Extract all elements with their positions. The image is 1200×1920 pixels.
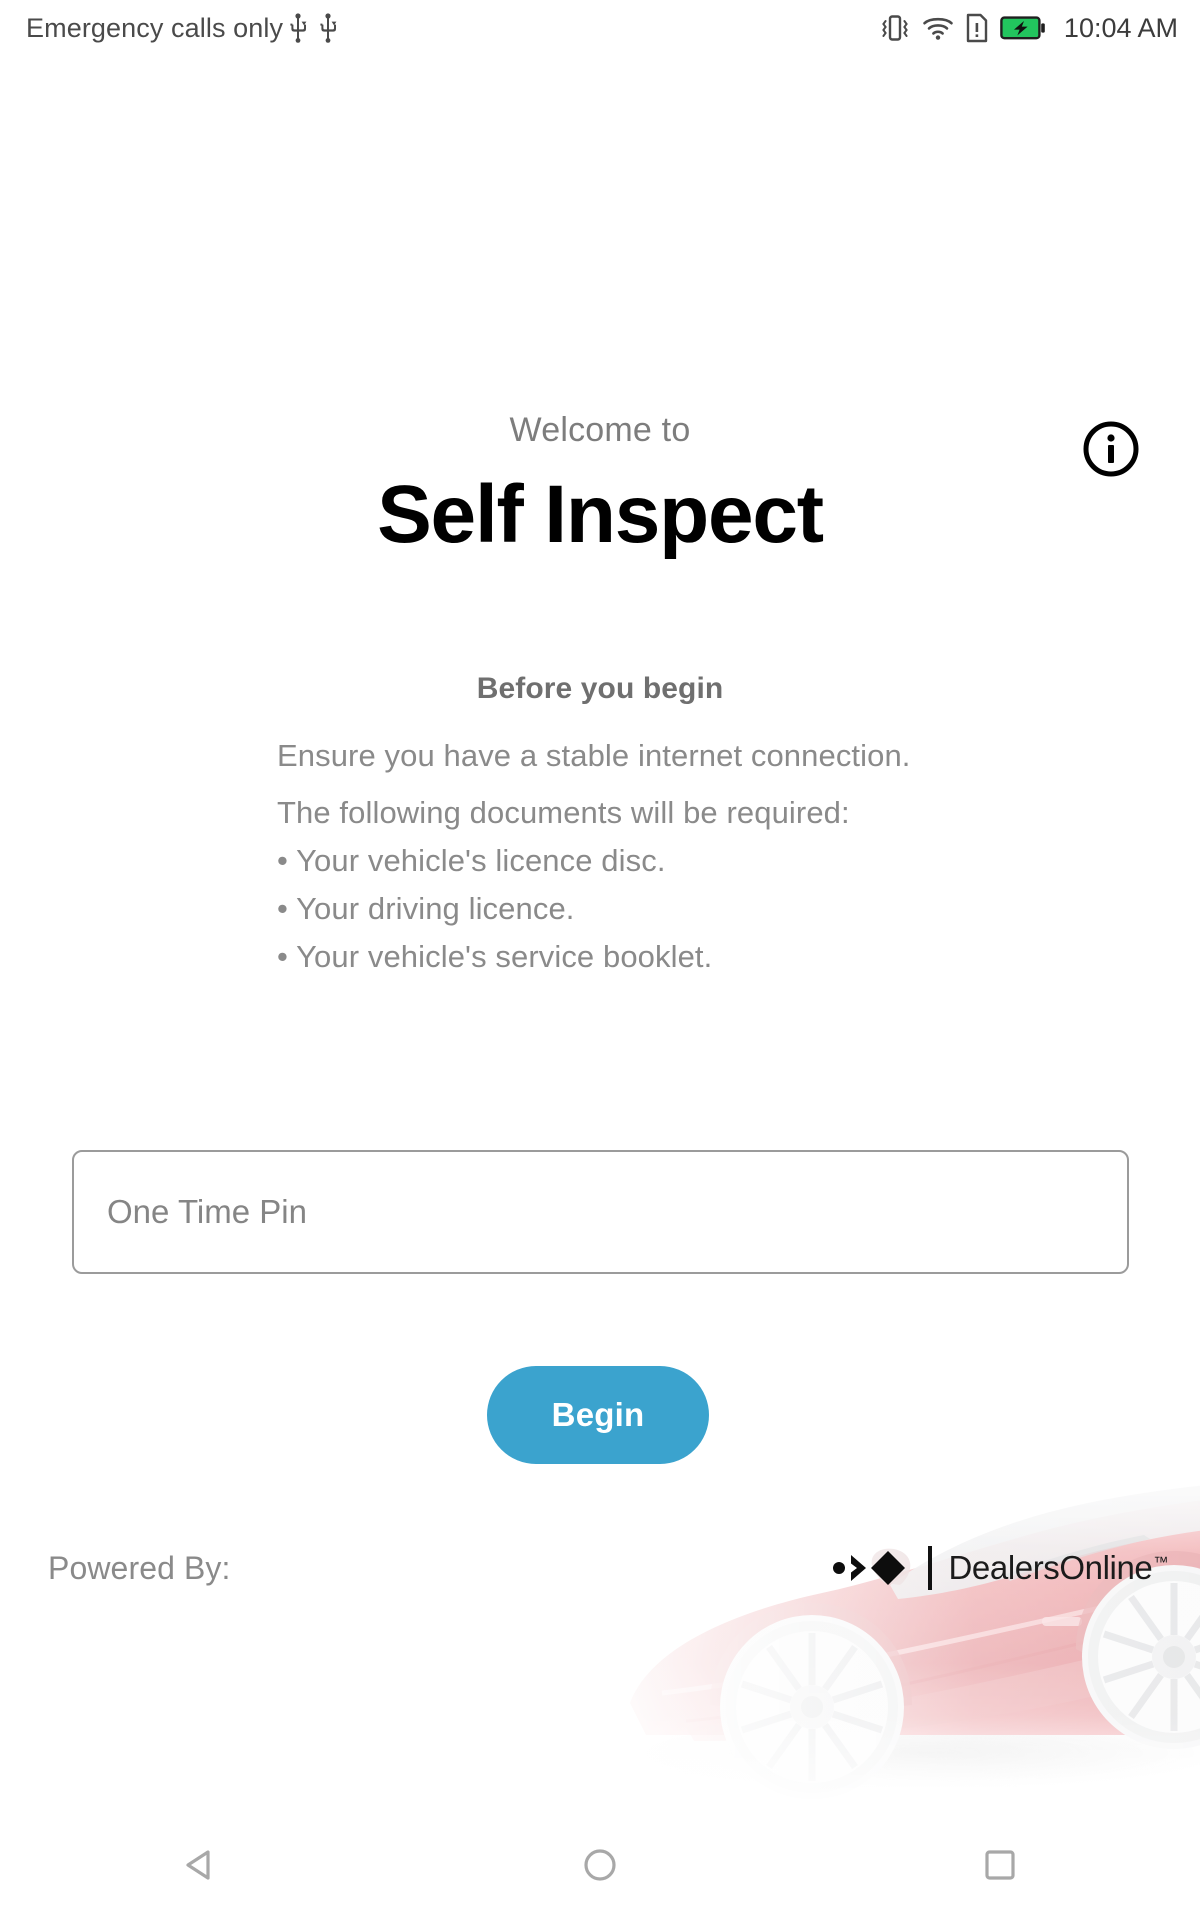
- usb-icon: [283, 11, 313, 45]
- before-you-begin-heading: Before you begin: [476, 672, 724, 705]
- sim-alert-icon: [965, 13, 989, 43]
- clock-label: 10:04 AM: [1063, 12, 1178, 43]
- recents-square-icon[interactable]: [945, 1810, 1055, 1920]
- android-nav-bar: [0, 1810, 1200, 1920]
- status-bar-right: 10:04 AM: [879, 13, 1178, 43]
- status-bar: Emergency calls only 10:04 AM: [0, 0, 1200, 56]
- brand-name: DealersOnline™: [948, 1549, 1168, 1587]
- status-bar-left: Emergency calls only: [26, 11, 343, 45]
- phone-screen: Emergency calls only 10:04 AM Welcome to…: [0, 0, 1200, 1920]
- instructions-block: Ensure you have a stable internet connec…: [277, 740, 1037, 989]
- welcome-label: Welcome to: [509, 411, 691, 449]
- instruction-line: The following documents will be required…: [277, 795, 850, 830]
- back-triangle-icon[interactable]: [145, 1810, 255, 1920]
- logo-divider: [928, 1546, 933, 1590]
- list-item: • Your driving licence.: [277, 891, 575, 926]
- dealersonline-logo-icon: [832, 1546, 914, 1590]
- one-time-pin-input[interactable]: [72, 1150, 1129, 1274]
- page-title: Self Inspect: [377, 469, 824, 560]
- battery-charging-icon: [1000, 15, 1046, 41]
- carrier-label: Emergency calls only: [26, 12, 284, 43]
- powered-by-label: Powered By:: [48, 1550, 231, 1586]
- vibrate-icon: [879, 13, 911, 43]
- brand-name-text: DealersOnline: [948, 1549, 1153, 1586]
- dealersonline-logo: DealersOnline™: [832, 1540, 1168, 1596]
- required-documents-list: • Your vehicle's licence disc. • Your dr…: [277, 845, 1037, 972]
- wifi-icon: [922, 15, 954, 41]
- instruction-line: Ensure you have a stable internet connec…: [277, 738, 911, 773]
- home-circle-icon[interactable]: [545, 1810, 655, 1920]
- main-content: Welcome to Self Inspect Before you begin…: [0, 56, 1200, 1846]
- usb-icon: [313, 11, 343, 45]
- list-item: • Your vehicle's service booklet.: [277, 939, 713, 974]
- begin-button[interactable]: Begin: [487, 1366, 709, 1464]
- list-item: • Your vehicle's licence disc.: [277, 843, 666, 878]
- trademark-symbol: ™: [1153, 1554, 1168, 1571]
